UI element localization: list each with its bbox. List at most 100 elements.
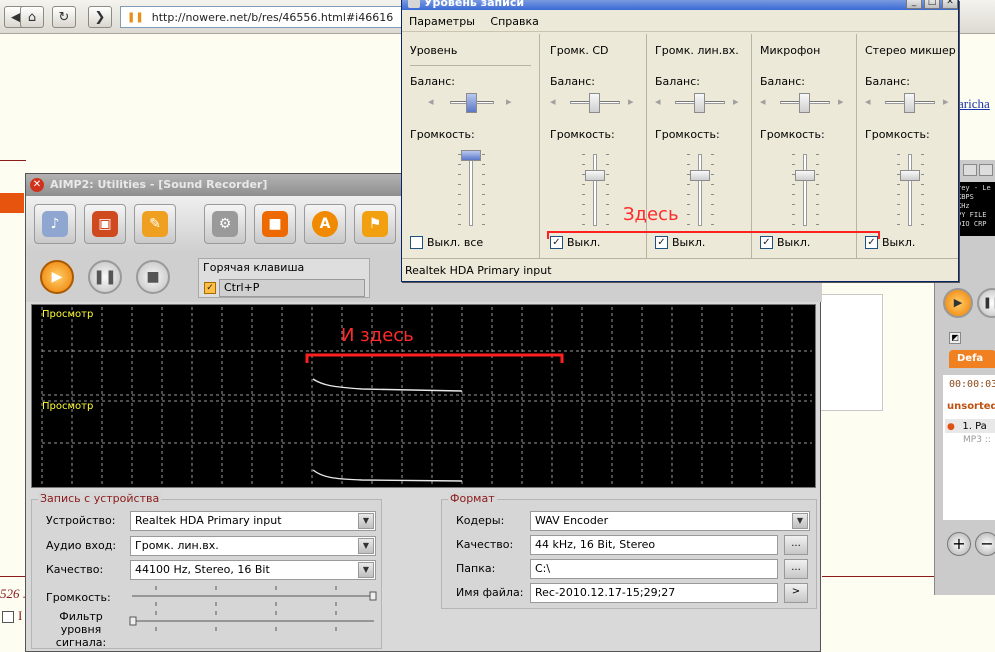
checkbox-checked[interactable]: ✓ xyxy=(550,236,563,249)
preview-scope: Просмотр Просмотр И здесь xyxy=(31,304,816,488)
column-name: Громк. CD xyxy=(550,44,609,57)
quality-browse-button[interactable]: ... xyxy=(784,535,808,555)
settings-button[interactable]: ⚙ xyxy=(204,204,246,244)
list-item[interactable]: ● 1. Pa xyxy=(945,419,995,433)
chevron-down-icon[interactable]: ▼ xyxy=(358,513,374,529)
speaker-icon xyxy=(408,0,420,8)
input-select[interactable]: Громк. лин.вх. ▼ xyxy=(130,536,376,556)
device-group-title: Запись с устройства xyxy=(38,492,162,505)
balance-thumb[interactable] xyxy=(799,93,810,113)
checkbox-checked[interactable]: ✓ xyxy=(865,236,878,249)
playlist-toggle-button[interactable]: ◩ xyxy=(949,332,961,344)
chevron-down-icon[interactable]: ▼ xyxy=(358,538,374,554)
page-box xyxy=(818,294,883,411)
player-pause-button[interactable]: ❚❚ xyxy=(977,288,995,318)
quality-select[interactable]: 44100 Hz, Stereo, 16 Bit ▼ xyxy=(130,560,376,580)
menu-params[interactable]: Параметры xyxy=(409,15,475,28)
record-play-button[interactable]: ▶ xyxy=(40,260,74,294)
preview-label-right: Просмотр xyxy=(42,401,94,412)
mute-checkbox[interactable]: ✓ Выкл. xyxy=(760,236,810,249)
mixer-column-mic: Микрофон Баланс: ◂ ▸ Громкость: ✓ Выкл. xyxy=(752,34,857,258)
quality-value: 44100 Hz, Stereo, 16 Bit xyxy=(135,563,270,576)
format-quality-field[interactable]: 44 kHz, 16 Bit, Stereo xyxy=(530,535,778,555)
stop-icon: ■ xyxy=(146,269,160,285)
volume-thumb[interactable] xyxy=(900,170,920,181)
address-bar[interactable]: ❚❚ http://nowere.net/b/res/46556.html#i4… xyxy=(120,6,410,28)
forward-button[interactable]: ❯ xyxy=(88,6,112,28)
filter-slider-thumb[interactable] xyxy=(129,616,137,626)
filename-field[interactable]: Rec-2010.12.17-15;29;27 xyxy=(530,583,778,603)
mute-checkbox[interactable]: ✓ Выкл. xyxy=(550,236,600,249)
waveform-bottom xyxy=(312,469,463,482)
close-icon[interactable]: ✕ xyxy=(30,178,44,192)
menu-help[interactable]: Справка xyxy=(490,15,538,28)
player-window-button[interactable] xyxy=(963,164,977,176)
player-screen-text: rey - Le KBPS KHz PY FILE DIO CRP xyxy=(957,184,991,228)
volume-slider[interactable] xyxy=(698,154,702,226)
status-bar: Realtek HDA Primary input xyxy=(402,258,958,282)
mute-checkbox[interactable]: ✓ Выкл. xyxy=(865,236,915,249)
balance-thumb[interactable] xyxy=(904,93,915,113)
cd-ripper-button[interactable]: ▣ xyxy=(84,204,126,244)
mute-checkbox[interactable]: ✓ Выкл. xyxy=(655,236,705,249)
mixer-column-level: Уровень Баланс: ◂ ▸ Громкость: Выкл. все xyxy=(402,34,540,258)
balance-thumb[interactable] xyxy=(589,93,600,113)
volume-ticks xyxy=(482,154,485,226)
home-button[interactable]: ⌂ xyxy=(20,6,44,28)
maximize-button[interactable]: □ xyxy=(924,0,940,9)
playlist-tab[interactable]: Defa xyxy=(949,350,995,368)
column-name: Стерео микшер xyxy=(865,44,956,57)
balance-thumb[interactable] xyxy=(466,93,477,113)
folder-field[interactable]: C:\ xyxy=(530,559,778,579)
checkbox-checked[interactable]: ✓ xyxy=(760,236,773,249)
volume-slider-thumb[interactable] xyxy=(369,591,377,601)
monitor-button[interactable]: ■ xyxy=(254,204,296,244)
balance-label: Баланс: xyxy=(410,75,456,88)
volume-thumb[interactable] xyxy=(585,170,605,181)
annotation-here: И здесь xyxy=(341,325,414,346)
pause-button[interactable]: ❚❚ xyxy=(88,260,122,294)
volume-thumb[interactable] xyxy=(795,170,815,181)
balance-thumb[interactable] xyxy=(694,93,705,113)
volume-slider[interactable] xyxy=(908,154,912,226)
aimp-button[interactable]: A xyxy=(304,204,346,244)
player-play-button[interactable]: ▶ xyxy=(943,288,973,318)
close-button[interactable]: ✕ xyxy=(942,0,958,9)
play-icon: ▶ xyxy=(51,269,63,285)
playlist-time: 00:00:03 xyxy=(949,379,995,390)
player-window-button[interactable] xyxy=(979,164,993,176)
post-checkbox[interactable] xyxy=(2,611,14,623)
folder-browse-button[interactable]: ... xyxy=(784,559,808,579)
hotkey-field[interactable]: Ctrl+P xyxy=(219,279,365,297)
volume-slider[interactable] xyxy=(469,154,473,226)
encoder-select[interactable]: WAV Encoder ▼ xyxy=(530,511,810,531)
filename-apply-button[interactable]: > xyxy=(784,583,808,603)
menubar: Параметры Справка xyxy=(402,12,958,32)
chevron-down-icon[interactable]: ▼ xyxy=(358,562,374,578)
remove-icon[interactable]: − xyxy=(975,532,995,556)
volume-thumb[interactable] xyxy=(690,170,710,181)
reload-button[interactable]: ↻ xyxy=(52,6,76,28)
scope-grid xyxy=(41,307,812,487)
volume-slider[interactable] xyxy=(593,154,597,226)
flag-button[interactable]: ⚑ xyxy=(354,204,396,244)
hotkey-checkbox[interactable]: ✓ xyxy=(204,282,216,294)
minimize-button[interactable]: _ xyxy=(906,0,922,9)
device-select[interactable]: Realtek HDA Primary input ▼ xyxy=(130,511,376,531)
add-icon[interactable]: + xyxy=(947,532,971,556)
notes-button[interactable]: ✎ xyxy=(134,204,176,244)
checkbox-unchecked[interactable] xyxy=(410,236,423,249)
checkbox-checked[interactable]: ✓ xyxy=(655,236,668,249)
tag-icon: ♪ xyxy=(42,211,68,237)
column-name: Уровень xyxy=(410,44,458,57)
tag-editor-button[interactable]: ♪ xyxy=(34,204,76,244)
preview-label-left: Просмотр xyxy=(42,309,94,320)
volume-slider[interactable] xyxy=(803,154,807,226)
screen-icon: ■ xyxy=(262,211,288,237)
page-link[interactable]: aricha xyxy=(958,96,990,112)
mute-all-checkbox[interactable]: Выкл. все xyxy=(410,236,483,249)
now-playing-icon: ● xyxy=(947,422,955,432)
volume-thumb[interactable] xyxy=(461,150,481,161)
stop-button[interactable]: ■ xyxy=(136,260,170,294)
chevron-down-icon[interactable]: ▼ xyxy=(792,513,808,529)
